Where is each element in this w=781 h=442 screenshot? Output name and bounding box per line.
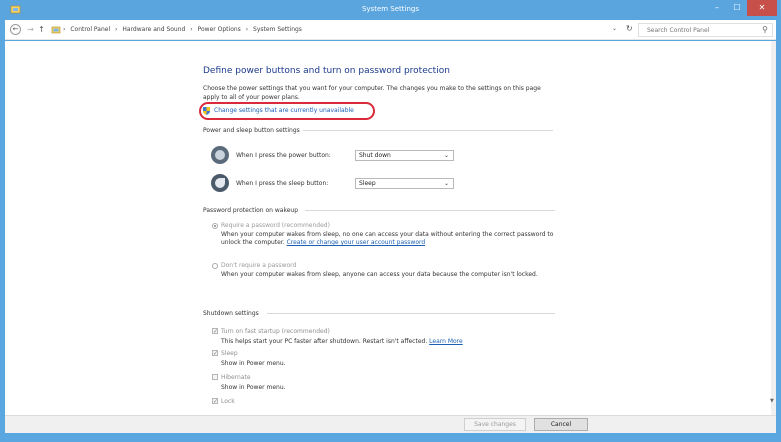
window-title: System Settings	[361, 5, 420, 13]
breadcrumb-hardware-and-sound[interactable]: Hardware and Sound	[122, 26, 185, 33]
power-button-label: When I press the power button:	[236, 152, 331, 159]
minimize-button[interactable]: –	[707, 0, 727, 16]
address-bar: ← → ↑ › Control Panel › Hardware and Sou…	[5, 20, 776, 40]
chevron-down-icon[interactable]: ⌄	[612, 25, 617, 32]
forward-arrow-icon[interactable]: →	[25, 24, 36, 35]
chevron-down-icon: ⌄	[443, 152, 449, 159]
shield-icon	[203, 107, 210, 115]
refresh-icon[interactable]: ↻	[626, 24, 633, 33]
no-password-radio[interactable]	[212, 263, 218, 269]
power-button-select[interactable]: Shut down ⌄	[355, 150, 454, 161]
sleep-button-value: Sleep	[359, 180, 376, 187]
require-password-radio[interactable]	[212, 223, 218, 229]
sleep-button-select[interactable]: Sleep ⌄	[355, 178, 454, 189]
hibernate-title: Hibernate	[221, 374, 251, 381]
breadcrumb-power-options[interactable]: Power Options	[198, 26, 241, 33]
sleep-desc: Show in Power menu.	[221, 360, 286, 367]
maximize-button[interactable]: ☐	[727, 0, 747, 16]
hibernate-checkbox[interactable]	[212, 374, 218, 380]
divider	[303, 130, 553, 131]
change-password-link[interactable]: Create or change your user account passw…	[287, 239, 426, 246]
hibernate-desc: Show in Power menu.	[221, 384, 286, 391]
lock-title: Lock	[221, 398, 235, 405]
shutdown-group-label: Shutdown settings	[203, 310, 259, 317]
search-icon[interactable]: ⚲	[762, 25, 768, 34]
power-button-value: Shut down	[359, 152, 391, 159]
scroll-down-arrow-icon[interactable]: ▼	[770, 398, 774, 404]
change-settings-link[interactable]: Change settings that are currently unava…	[214, 107, 354, 114]
search-input[interactable]	[639, 24, 751, 36]
breadcrumb: › Control Panel › Hardware and Sound › P…	[63, 26, 305, 33]
search-box[interactable]: ⚲	[638, 23, 773, 37]
window-frame-bottom	[0, 433, 781, 442]
divider	[267, 313, 555, 314]
close-button[interactable]: ✕	[747, 0, 777, 16]
title-bar[interactable]: System Settings – ☐ ✕	[0, 0, 781, 20]
footer-bar: Save changes Cancel	[5, 415, 776, 433]
no-password-title: Don't require a password	[221, 262, 297, 269]
back-arrow-icon[interactable]: ←	[10, 24, 21, 35]
page-description: Choose the power settings that you want …	[203, 85, 541, 101]
sleep-button-label: When I press the sleep button:	[236, 180, 329, 187]
breadcrumb-control-panel[interactable]: Control Panel	[70, 26, 110, 33]
page-title: Define power buttons and turn on passwor…	[203, 66, 450, 76]
save-changes-button[interactable]: Save changes	[464, 418, 526, 431]
no-password-desc: When your computer wakes from sleep, any…	[221, 271, 538, 278]
sleep-title: Sleep	[221, 350, 238, 357]
breadcrumb-separator: ›	[190, 26, 193, 33]
chevron-down-icon: ⌄	[443, 180, 449, 187]
require-password-desc: When your computer wakes from sleep, no …	[221, 231, 554, 246]
vertical-scrollbar[interactable]	[771, 41, 776, 415]
fast-startup-title: Turn on fast startup (recommended)	[221, 328, 330, 335]
cancel-button[interactable]: Cancel	[534, 418, 588, 431]
sleep-button-icon	[211, 174, 229, 192]
require-password-title: Require a password (recommended)	[221, 222, 330, 229]
power-sleep-group-label: Power and sleep button settings	[203, 127, 300, 134]
power-button-icon	[211, 146, 229, 164]
breadcrumb-separator: ›	[245, 26, 249, 33]
fast-startup-checkbox[interactable]: ✓	[212, 328, 218, 335]
breadcrumb-separator: ›	[115, 26, 118, 33]
lock-checkbox[interactable]: ✓	[212, 398, 218, 405]
sleep-checkbox[interactable]: ✓	[212, 350, 218, 357]
divider	[305, 210, 555, 211]
password-group-label: Password protection on wakeup	[203, 207, 299, 214]
up-arrow-icon[interactable]: ↑	[36, 24, 47, 35]
breadcrumb-system-settings[interactable]: System Settings	[253, 26, 302, 33]
window: System Settings – ☐ ✕ ← → ↑ › Control Pa…	[0, 0, 781, 442]
breadcrumb-separator: ›	[63, 26, 66, 33]
fast-startup-desc: This helps start your PC faster after sh…	[221, 338, 463, 345]
learn-more-link[interactable]: Learn More	[429, 338, 463, 345]
control-panel-icon	[51, 26, 61, 34]
